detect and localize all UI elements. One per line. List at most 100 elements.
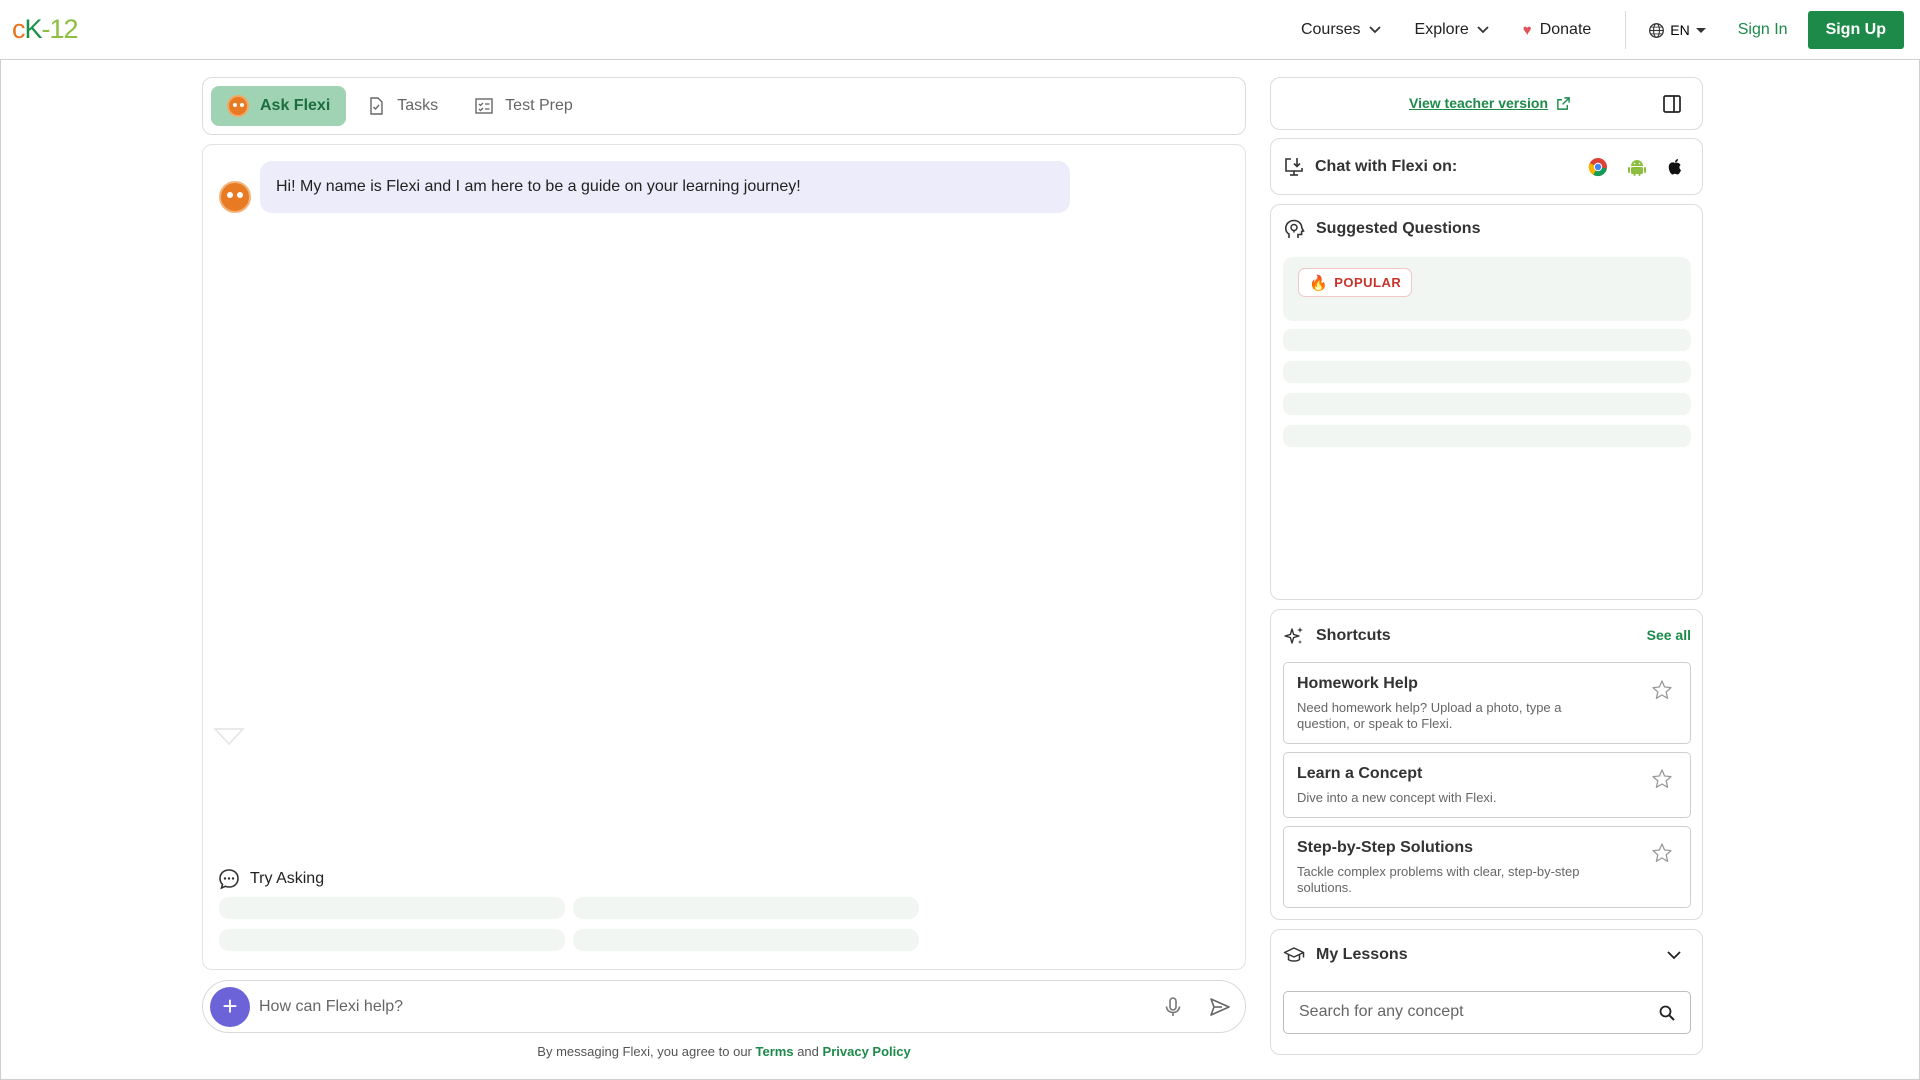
popular-label: POPULAR (1334, 275, 1402, 290)
external-link-icon (1557, 96, 1570, 110)
tab-label: Tasks (397, 97, 439, 114)
question-placeholder (1283, 329, 1691, 351)
logo-dash: - (41, 14, 51, 44)
tab-label: Test Prep (505, 97, 573, 114)
download-monitor-icon (1285, 158, 1303, 176)
concept-search-box (1283, 991, 1691, 1034)
shortcut-title: Homework Help (1297, 675, 1418, 692)
logo-letter-c: c (12, 14, 25, 44)
suggestion-placeholder (219, 897, 565, 919)
shortcut-step-by-step-solutions[interactable]: Step-by-Step Solutions Tackle complex pr… (1283, 826, 1691, 908)
ck12-logo[interactable]: cK-12 (12, 14, 79, 44)
star-icon[interactable] (1651, 768, 1673, 790)
shortcut-homework-help[interactable]: Homework Help Need homework help? Upload… (1283, 662, 1691, 744)
star-icon[interactable] (1651, 679, 1673, 701)
popular-section: 🔥 POPULAR (1283, 257, 1691, 321)
scroll-down-chevron-icon[interactable] (213, 727, 245, 749)
attach-button[interactable]: + (210, 986, 250, 1027)
shortcuts-card: Shortcuts See all Homework Help Need hom… (1270, 609, 1703, 920)
frame-border-left (0, 60, 1, 1080)
shortcut-description: Dive into a new concept with Flexi. (1297, 790, 1497, 805)
shortcuts-label: Shortcuts (1316, 627, 1391, 644)
graduation-cap-icon (1283, 947, 1305, 962)
chat-bubble-icon (219, 869, 239, 890)
teacher-version-card: View teacher version (1270, 77, 1703, 130)
fire-icon: 🔥 (1309, 274, 1329, 292)
try-asking-label: Try Asking (250, 870, 325, 887)
disclaimer-text: By messaging Flexi, you agree to our (537, 1044, 752, 1059)
language-selector[interactable]: EN (1648, 22, 1706, 39)
microphone-icon[interactable] (1161, 995, 1185, 1019)
chevron-down-icon (1368, 26, 1381, 34)
android-icon[interactable] (1627, 157, 1647, 177)
privacy-policy-link[interactable]: Privacy Policy (823, 1044, 911, 1059)
tab-label: Ask Flexi (260, 97, 331, 114)
suggested-questions-label: Suggested Questions (1316, 220, 1481, 237)
send-icon[interactable] (1208, 995, 1232, 1019)
tab-ask-flexi[interactable]: Ask Flexi (211, 86, 347, 126)
disclaimer-and: and (797, 1044, 819, 1059)
concept-search-input[interactable] (1299, 1003, 1639, 1021)
search-icon[interactable] (1658, 1004, 1676, 1022)
chat-with-flexi-heading: Chat with Flexi on: (1283, 156, 1457, 178)
courses-menu[interactable]: Courses (1301, 21, 1381, 39)
caret-down-icon (1695, 27, 1706, 33)
question-placeholder (1283, 361, 1691, 383)
heart-icon: ♥ (1522, 21, 1532, 39)
language-label: EN (1670, 22, 1690, 38)
apple-icon[interactable] (1665, 157, 1685, 177)
teacher-link-label: View teacher version (1409, 95, 1549, 111)
header-nav: Courses Explore ♥ Donate EN Sign In Sign… (1301, 0, 1920, 60)
chevron-down-icon (1477, 26, 1489, 34)
question-placeholder (1283, 425, 1691, 447)
flexi-avatar (219, 181, 251, 213)
nav-divider (1625, 11, 1627, 49)
sign-up-button[interactable]: Sign Up (1807, 11, 1904, 49)
shortcut-description: Tackle complex problems with clear, step… (1297, 864, 1580, 895)
flexi-greeting-message: Hi! My name is Flexi and I am here to be… (260, 161, 1070, 213)
see-all-link[interactable]: See all (1647, 627, 1691, 643)
my-lessons-card: My Lessons (1270, 929, 1703, 1055)
sidebar-toggle-icon[interactable] (1662, 94, 1682, 114)
star-icon[interactable] (1651, 842, 1673, 864)
question-placeholder (1283, 393, 1691, 415)
checklist-icon (475, 98, 493, 114)
suggested-questions-heading: Suggested Questions (1283, 218, 1480, 240)
shortcut-title: Step-by-Step Solutions (1297, 839, 1473, 856)
sign-in-link[interactable]: Sign In (1738, 21, 1788, 39)
shortcuts-heading: Shortcuts (1283, 625, 1391, 647)
chrome-icon[interactable] (1588, 157, 1608, 177)
flexi-avatar-icon (227, 95, 249, 117)
try-asking-heading: Try Asking (217, 867, 324, 891)
message-composer: + (202, 980, 1246, 1033)
popular-badge[interactable]: 🔥 POPULAR (1298, 268, 1413, 297)
view-teacher-version-link[interactable]: View teacher version (1409, 95, 1571, 111)
shortcut-learn-a-concept[interactable]: Learn a Concept Dive into a new concept … (1283, 752, 1691, 818)
explore-menu[interactable]: Explore (1415, 21, 1489, 39)
chat-panel: Hi! My name is Flexi and I am here to be… (202, 144, 1246, 970)
shortcut-title: Learn a Concept (1297, 765, 1423, 782)
mode-tabs: Ask Flexi Tasks Test Prep (202, 77, 1246, 135)
globe-icon (1649, 22, 1665, 38)
terms-link[interactable]: Terms (756, 1044, 794, 1059)
suggestion-placeholder (573, 897, 919, 919)
top-navigation-bar: cK-12 Courses Explore ♥ Donate EN Sign I… (0, 0, 1920, 60)
message-input[interactable] (259, 997, 1119, 1016)
sparkle-icon (1284, 627, 1303, 644)
explore-label: Explore (1414, 21, 1469, 38)
suggestion-placeholder (573, 929, 919, 951)
tab-test-prep[interactable]: Test Prep (458, 86, 589, 126)
my-lessons-heading[interactable]: My Lessons (1283, 944, 1408, 966)
courses-label: Courses (1300, 21, 1361, 38)
chevron-down-icon[interactable] (1667, 951, 1681, 960)
shortcut-description: Need homework help? Upload a photo, type… (1297, 700, 1562, 731)
logo-letter-k: K (24, 14, 43, 44)
head-lightbulb-icon (1284, 219, 1305, 238)
donate-link[interactable]: ♥ Donate (1523, 21, 1592, 39)
terms-disclaimer: By messaging Flexi, you agree to our Ter… (202, 1044, 1246, 1059)
my-lessons-label: My Lessons (1316, 946, 1408, 963)
chat-with-flexi-label: Chat with Flexi on: (1315, 158, 1458, 175)
suggested-questions-card: Suggested Questions 🔥 POPULAR (1270, 204, 1703, 600)
tab-tasks[interactable]: Tasks (350, 86, 454, 126)
document-check-icon (370, 97, 383, 115)
